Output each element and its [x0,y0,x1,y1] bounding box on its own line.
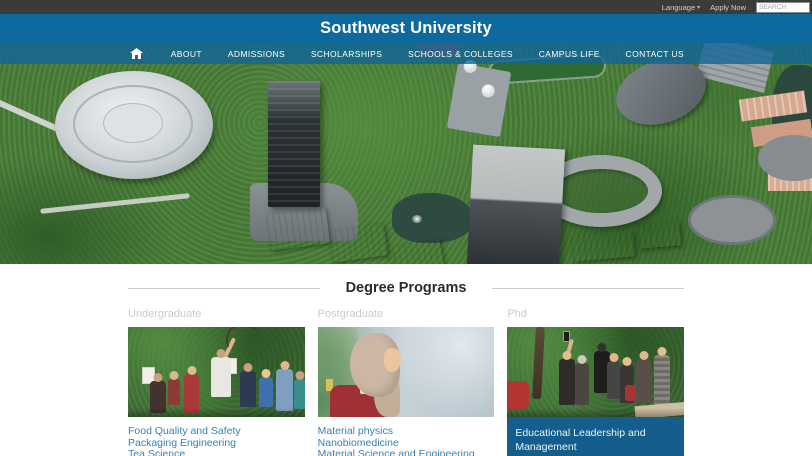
nav-item-campus-life[interactable]: CAMPUS LIFE [537,45,602,63]
heading-rule-right [492,288,684,289]
campus-pond [392,193,474,243]
person [294,379,305,409]
card-postgraduate: Postgraduate Material physics Nanobiomed… [318,308,495,456]
section-title: Degree Programs [320,280,493,296]
person-hat [575,363,589,405]
person [607,361,620,399]
haze [388,327,494,417]
round-building [688,195,776,245]
person [240,371,256,407]
person [168,379,180,405]
apply-now-link[interactable]: Apply Now [710,3,746,12]
card-label: Phd [507,308,684,320]
card-phd: Phd Educational Leadership and Managemen… [507,308,684,456]
card-label: Postgraduate [318,308,495,320]
nav-item-schools-colleges[interactable]: SCHOOLS & COLLEGES [406,45,515,63]
nav-item-contact-us[interactable]: CONTACT US [624,45,686,63]
person-selfie [559,359,575,405]
program-cards-row: Undergraduate Food Quality and Saf [128,308,684,456]
tower-windows [268,81,320,207]
person-white-shirt [211,357,231,397]
tree-trunk [532,327,545,399]
phd-highlight-panel: Educational Leadership and Management Fo… [507,417,684,456]
program-link[interactable]: Educational Leadership and Management [515,426,676,454]
home-button[interactable] [126,46,147,61]
person [636,359,651,403]
apartment-block [266,207,330,251]
postgraduate-photo-student-hijab[interactable] [318,327,495,417]
program-list: Food Quality and Safety Packaging Engine… [128,426,305,456]
apartment-block [637,221,681,249]
language-label: Language [662,3,695,12]
ribbon-whip [214,327,274,351]
caret-down-icon: ▾ [697,4,700,11]
fountain [412,215,422,223]
person-striped-shirt [654,355,670,405]
main-navbar: ABOUT ADMISSIONS SCHOLARSHIPS SCHOOLS & … [0,43,812,64]
nav-item-scholarships[interactable]: SCHOLARSHIPS [309,45,384,63]
apply-now-label: Apply Now [710,3,746,12]
section-heading-row: Degree Programs [128,280,684,296]
site-header: Southwest University [0,14,812,43]
observatory-dome [481,83,496,98]
phd-photo-students-selfie[interactable] [507,327,684,417]
slab-building [467,145,565,264]
face [384,348,401,372]
nav-item-about[interactable]: ABOUT [169,45,204,63]
apartment-block [386,239,444,264]
card-label: Undergraduate [128,308,305,320]
highrise-tower [268,81,320,207]
stadium-roof-center [103,103,163,143]
ground-shadow [128,408,305,417]
observatory-building [447,63,512,137]
round-building [758,135,812,181]
hero-campus-aerial-photo: ABOUT ADMISSIONS SCHOLARSHIPS SCHOOLS & … [0,43,812,264]
campus-road [40,193,190,214]
program-link[interactable]: Material Science and Engineering [318,449,495,456]
person [259,377,273,407]
apartment-block [571,230,635,261]
apartment-block [328,223,388,262]
site-title: Southwest University [320,19,492,38]
ground-shadow [507,408,684,417]
program-link[interactable]: Food Quality and Safety [128,426,305,438]
degree-programs-section: Degree Programs Undergraduate [0,264,812,456]
program-link[interactable]: Tea Science [128,449,305,456]
card-undergraduate: Undergraduate Food Quality and Saf [128,308,305,456]
home-icon [130,48,143,59]
nav-item-admissions[interactable]: ADMISSIONS [226,45,287,63]
heading-rule-left [128,288,320,289]
red-car [507,381,529,409]
stadium-dome [55,71,213,179]
phone [563,331,570,342]
language-menu[interactable]: Language ▾ [662,3,700,12]
program-list: Material physics Nanobiomedicine Materia… [318,426,495,456]
top-utility-bar: Language ▾ Apply Now [0,0,812,14]
undergraduate-photo-students-outdoors[interactable] [128,327,305,417]
program-link[interactable]: Material physics [318,426,495,438]
search-input[interactable] [756,2,810,13]
person [276,369,293,411]
